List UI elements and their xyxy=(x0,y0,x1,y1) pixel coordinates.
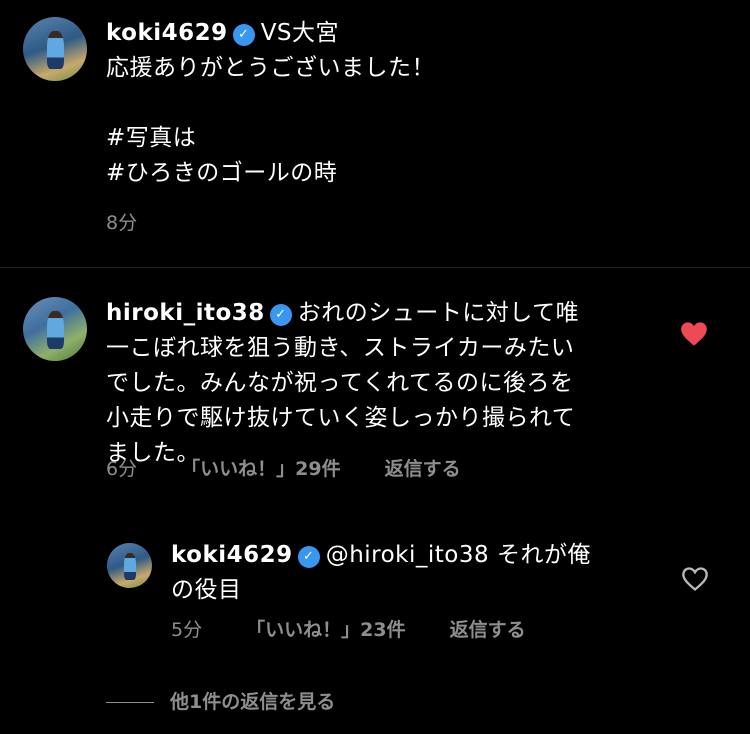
reply-line: koki4629 ✓ @hiroki_ito38 それが俺 xyxy=(171,538,651,573)
divider xyxy=(0,267,750,268)
verified-icon: ✓ xyxy=(269,304,292,326)
caption-line[interactable]: #写真は xyxy=(106,121,726,156)
caption-line xyxy=(106,86,726,121)
caption-time: 8分 xyxy=(106,211,175,235)
view-replies-label: 他1件の返信を見る xyxy=(170,691,336,713)
reply-meta: 5分 「いいね！」23件 返信する xyxy=(171,618,564,642)
avatar[interactable] xyxy=(23,17,87,81)
timestamp: 6分 xyxy=(106,458,138,480)
comment-text: hiroki_ito38 ✓ おれのシュートに対して唯 一こぼれ球を狙う動き、ストラ… xyxy=(106,296,666,471)
reply-text-line: の役目 xyxy=(171,577,242,603)
avatar-photo xyxy=(124,552,136,580)
comment-text-line: でした。みんなが祝ってくれてるのに後ろを xyxy=(106,370,574,396)
comment-text-line: 小走りで駆け抜けていく姿しっかり撮られて xyxy=(106,405,576,431)
heart-outline-icon[interactable] xyxy=(681,566,709,592)
verified-icon: ✓ xyxy=(232,24,255,46)
verified-icon: ✓ xyxy=(297,546,320,568)
avatar[interactable] xyxy=(107,543,152,588)
avatar-photo xyxy=(47,311,64,350)
heart-filled-icon[interactable] xyxy=(680,321,708,347)
reply-text-line: @hiroki_ito38 それが俺 xyxy=(325,542,591,568)
caption-text: VS大宮 xyxy=(260,20,340,46)
timestamp: 5分 xyxy=(171,619,203,641)
comment-text-line: 一こぼれ球を狙う動き、ストライカーみたい xyxy=(106,335,575,361)
replies-line xyxy=(106,702,154,703)
likes-count[interactable]: 「いいね！」29件 xyxy=(181,458,340,480)
reply-button[interactable]: 返信する xyxy=(385,458,461,480)
comment-meta: 6分 「いいね！」29件 返信する xyxy=(106,457,499,481)
avatar[interactable] xyxy=(23,297,87,361)
comment-line: hiroki_ito38 ✓ おれのシュートに対して唯 xyxy=(106,296,666,331)
timestamp: 8分 xyxy=(106,212,138,234)
likes-count[interactable]: 「いいね！」23件 xyxy=(246,619,405,641)
caption-line[interactable]: #ひろきのゴールの時 xyxy=(106,156,726,191)
caption-line: koki4629 ✓ VS大宮 xyxy=(106,16,726,51)
view-replies-button[interactable]: 他1件の返信を見る xyxy=(106,690,335,714)
caption-username[interactable]: koki4629 xyxy=(106,20,228,46)
reply-text: koki4629 ✓ @hiroki_ito38 それが俺 の役目 xyxy=(171,538,651,608)
avatar-photo xyxy=(47,31,64,70)
reply-button[interactable]: 返信する xyxy=(450,619,526,641)
comment-text-line: おれのシュートに対して唯 xyxy=(297,300,580,326)
reply-username[interactable]: koki4629 xyxy=(171,542,293,568)
caption: koki4629 ✓ VS大宮 応援ありがとうございました！ #写真は #ひろきのゴ… xyxy=(106,16,726,191)
comment-username[interactable]: hiroki_ito38 xyxy=(106,300,265,326)
caption-line: 応援ありがとうございました！ xyxy=(106,55,435,81)
